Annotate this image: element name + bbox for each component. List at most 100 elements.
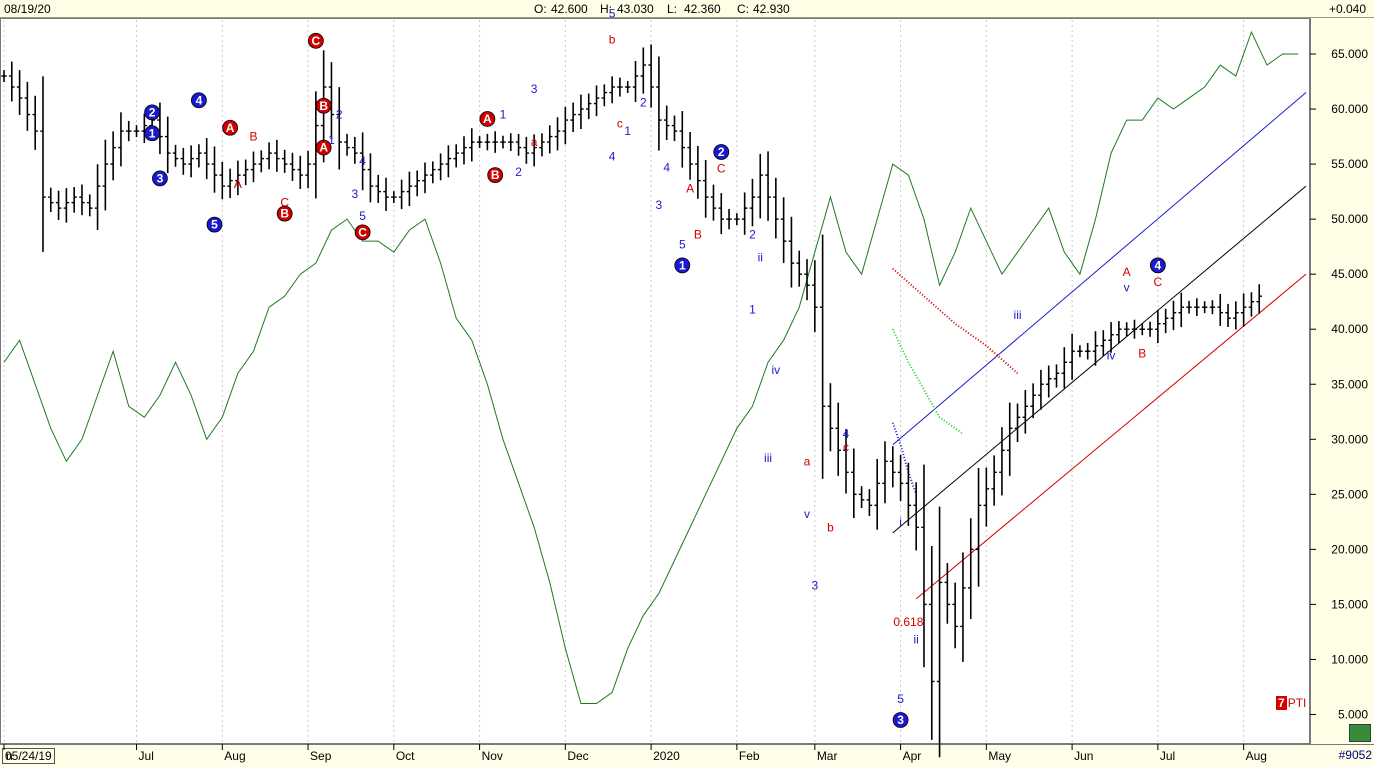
ohlc-bar (601, 84, 608, 107)
ohlc-bar (788, 216, 795, 288)
wave-label: C (312, 34, 321, 48)
ohlc-bar (991, 455, 997, 506)
pti-text: PTI (1287, 696, 1307, 710)
wave-label: 2 (515, 165, 522, 179)
oscillator-series (3, 30, 1299, 704)
ohlc-bar (554, 117, 561, 151)
ohlc-bar (734, 213, 740, 226)
ohlc-bar (968, 518, 974, 619)
ohlc-bar (133, 125, 140, 138)
wave-label: 2 (749, 228, 756, 242)
ohlc-bar (593, 85, 600, 117)
ohlc-bar (110, 131, 116, 181)
x-tick-label: Mar (817, 749, 838, 763)
ohlc-bar (1201, 301, 1208, 314)
x-tick-label: Sep (310, 749, 332, 763)
ohlc-bar (1248, 292, 1255, 317)
ohlc-bar (172, 144, 179, 167)
ohlc-bar (710, 184, 717, 221)
wave-label: A (1123, 265, 1131, 279)
ohlc-bar (562, 106, 569, 145)
ohlc-bar (367, 153, 374, 203)
ohlc-bar (48, 187, 54, 213)
chart-window: 08/19/20 O: 42.600 H: 43.030 L: 42.360 C… (0, 0, 1374, 767)
ohlc-bar (765, 151, 771, 221)
oscillator-line (3, 30, 1299, 704)
ohlc-bar (188, 145, 194, 178)
wave-label: 4 (359, 154, 366, 168)
wave-label: 1 (328, 133, 335, 147)
ohlc-bar (1053, 364, 1060, 388)
x-tick-label: Aug (224, 749, 245, 763)
y-tick-label: 65.000 (1331, 47, 1368, 61)
wave-label: 5 (679, 237, 686, 251)
wave-label: 4 (196, 93, 203, 107)
pti-badge: 7 PTI (1276, 696, 1306, 710)
ohlc-bar (453, 144, 459, 168)
ohlc-bar (687, 131, 693, 180)
wave-label: v (804, 507, 810, 521)
wave-label: a (531, 135, 538, 149)
ohlc-bar (890, 446, 896, 488)
ohlc-bar (858, 486, 865, 509)
ohlc-bar (500, 135, 506, 149)
ohlc-bar (1147, 321, 1153, 337)
wave-label: B (1138, 346, 1146, 360)
ohlc-bar (515, 133, 522, 156)
ohlc-bar (679, 111, 686, 168)
ohlc-bar (663, 105, 670, 141)
fib-arcs (891, 267, 1019, 495)
wave-label: c (843, 440, 849, 454)
wave-label: 3 (897, 713, 904, 727)
wave-label: 1 (624, 124, 631, 138)
ohlc-bar (586, 93, 592, 120)
wave-label: 3 (656, 198, 663, 212)
wave-label: iii (764, 451, 772, 465)
wave-label: A (234, 177, 242, 191)
y-tick-label: 40.000 (1331, 322, 1368, 336)
y-tick-label: 35.000 (1331, 377, 1368, 391)
wave-label: B (694, 228, 702, 242)
ohlc-bar (87, 194, 93, 217)
ohlc-bar (819, 234, 826, 479)
ohlc-bar (281, 149, 288, 173)
wave-label: 4 (1155, 258, 1162, 272)
ohlc-bar (258, 150, 265, 173)
wave-label: C (1154, 275, 1163, 289)
ohlc-bar (1240, 293, 1247, 327)
ohlc-bar (211, 146, 218, 193)
ohlc-bar (773, 177, 779, 239)
wave-label: 5 (211, 218, 218, 232)
ohlc-bar (897, 454, 904, 501)
ohlc-bar (547, 125, 553, 154)
wave-label: 3 (811, 579, 818, 593)
ohlc-bar (1186, 300, 1192, 314)
ohlc-bar (804, 259, 810, 301)
ohlc-bar (609, 76, 615, 104)
wave-label: 4 (663, 160, 670, 174)
ohlc-bar (1178, 292, 1184, 328)
ohlc-bar (624, 81, 631, 93)
ohlc-bar (617, 77, 623, 97)
ohlc-bar (1014, 403, 1021, 443)
ohlc-bar (944, 563, 951, 624)
wave-label: 1 (149, 126, 156, 140)
ohlc-bar (492, 131, 498, 153)
wave-label: b (827, 520, 834, 534)
ohlc-bar (344, 133, 350, 156)
ohlc-bar (1045, 365, 1052, 398)
scroll-icon[interactable] (1349, 724, 1371, 742)
wave-label: 5 (609, 6, 616, 20)
ohlc-bar (126, 120, 132, 142)
wave-label: 2 (149, 105, 156, 119)
ohlc-bar (1233, 301, 1239, 330)
ohlc-bar (671, 115, 678, 142)
wave-label: 2 (336, 108, 343, 122)
ohlc-bar (266, 142, 272, 170)
wave-label: A (686, 181, 694, 195)
ohlc-bar (227, 168, 233, 199)
y-tick-label: 10.000 (1331, 652, 1368, 666)
ohlc-bar (1256, 284, 1262, 314)
ohlc-bar (1131, 319, 1138, 339)
ohlc-bar (936, 506, 943, 758)
